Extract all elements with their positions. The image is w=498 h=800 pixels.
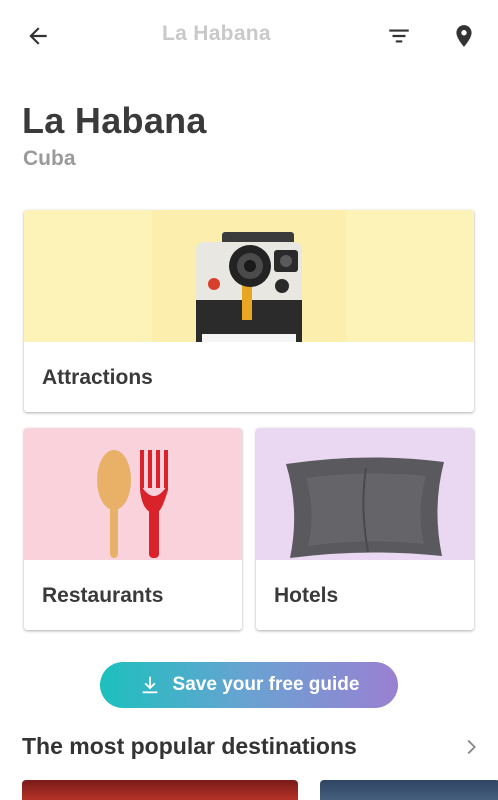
restaurants-label: Restaurants [42,584,164,607]
popular-more-button[interactable] [456,732,486,762]
restaurants-image [24,428,242,560]
map-pin-icon [456,25,472,47]
instant-camera-icon [152,210,346,342]
spoon-fork-icon [97,450,168,558]
toolbar-title: La Habana [162,22,271,45]
filter-icon [389,29,409,43]
attractions-label: Attractions [42,366,153,389]
pillow-icon [286,457,444,558]
destination-card-image[interactable] [22,780,298,800]
hotels-image [256,428,474,560]
download-icon [142,676,157,694]
back-button[interactable] [16,14,60,58]
country-subtitle: Cuba [23,147,76,170]
attractions-image [24,210,474,342]
hotels-label: Hotels [274,584,339,607]
top-bar: La Habana [0,0,498,72]
hotels-card[interactable]: Hotels [256,428,474,630]
restaurants-card[interactable]: Restaurants [24,428,242,630]
chevron-right-icon [467,739,476,755]
save-guide-button[interactable]: Save your free guide [100,662,398,708]
back-arrow-icon [29,27,47,45]
destination-card-image[interactable] [320,780,498,800]
city-title: La Habana [22,100,207,141]
save-guide-label: Save your free guide [172,674,360,695]
popular-destinations-title: The most popular destinations [22,733,357,759]
map-button[interactable] [442,14,486,58]
attractions-card[interactable]: Attractions [24,210,474,412]
filter-button[interactable] [377,14,421,58]
